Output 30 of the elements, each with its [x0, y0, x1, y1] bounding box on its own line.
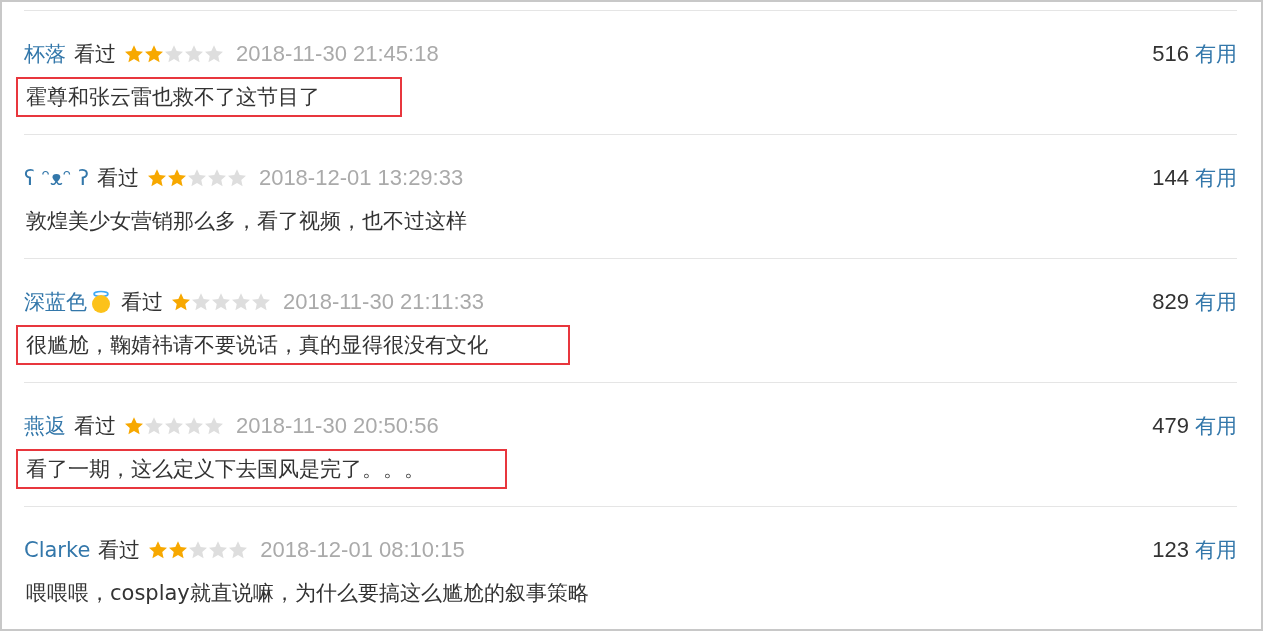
comment-text: 看了一期，这么定义下去国风是完了。。。 [16, 449, 507, 489]
comment-time: 2018-11-30 21:45:18 [236, 41, 439, 67]
useful-link[interactable]: 有用 [1195, 412, 1237, 440]
comment-time: 2018-11-30 21:11:33 [283, 289, 485, 315]
status-label: 看过 [96, 165, 139, 192]
vote-count: 144 [1152, 165, 1189, 191]
useful-link[interactable]: 有用 [1195, 164, 1237, 192]
comment-text: 很尴尬，鞠婧祎请不要说话，真的显得很没有文化 [16, 325, 570, 365]
vote-count: 829 [1152, 289, 1189, 315]
useful-link[interactable]: 有用 [1195, 288, 1237, 316]
user-link[interactable]: 杯落 [24, 40, 66, 68]
comment-text: 敦煌美少女营销那么多，看了视频，也不过这样 [25, 208, 468, 235]
user-link[interactable]: 深蓝色 [24, 288, 87, 316]
user-link[interactable]: Clarke [24, 538, 91, 562]
comment-text: 霍尊和张云雷也救不了这节目了 [16, 77, 402, 117]
comment-time: 2018-12-01 08:10:15 [260, 537, 465, 563]
useful-link[interactable]: 有用 [1195, 536, 1237, 564]
comment-time: 2018-12-01 13:29:33 [258, 165, 464, 191]
useful-link[interactable]: 有用 [1195, 40, 1237, 68]
status-label: 看过 [98, 537, 141, 564]
vote-count: 479 [1152, 413, 1189, 439]
user-link[interactable]: ʕ ᵔᴥᵔ ʔ [24, 166, 89, 190]
status-label: 看过 [74, 41, 116, 68]
status-label: 看过 [121, 289, 163, 316]
vote-count: 123 [1152, 537, 1189, 563]
status-label: 看过 [74, 413, 116, 440]
comment-time: 2018-11-30 20:50:56 [236, 413, 439, 439]
comment-text: 喂喂喂，cosplay就直说嘛，为什么要搞这么尴尬的叙事策略 [25, 580, 590, 607]
vote-count: 516 [1152, 41, 1189, 67]
user-link[interactable]: 燕返 [24, 412, 66, 440]
